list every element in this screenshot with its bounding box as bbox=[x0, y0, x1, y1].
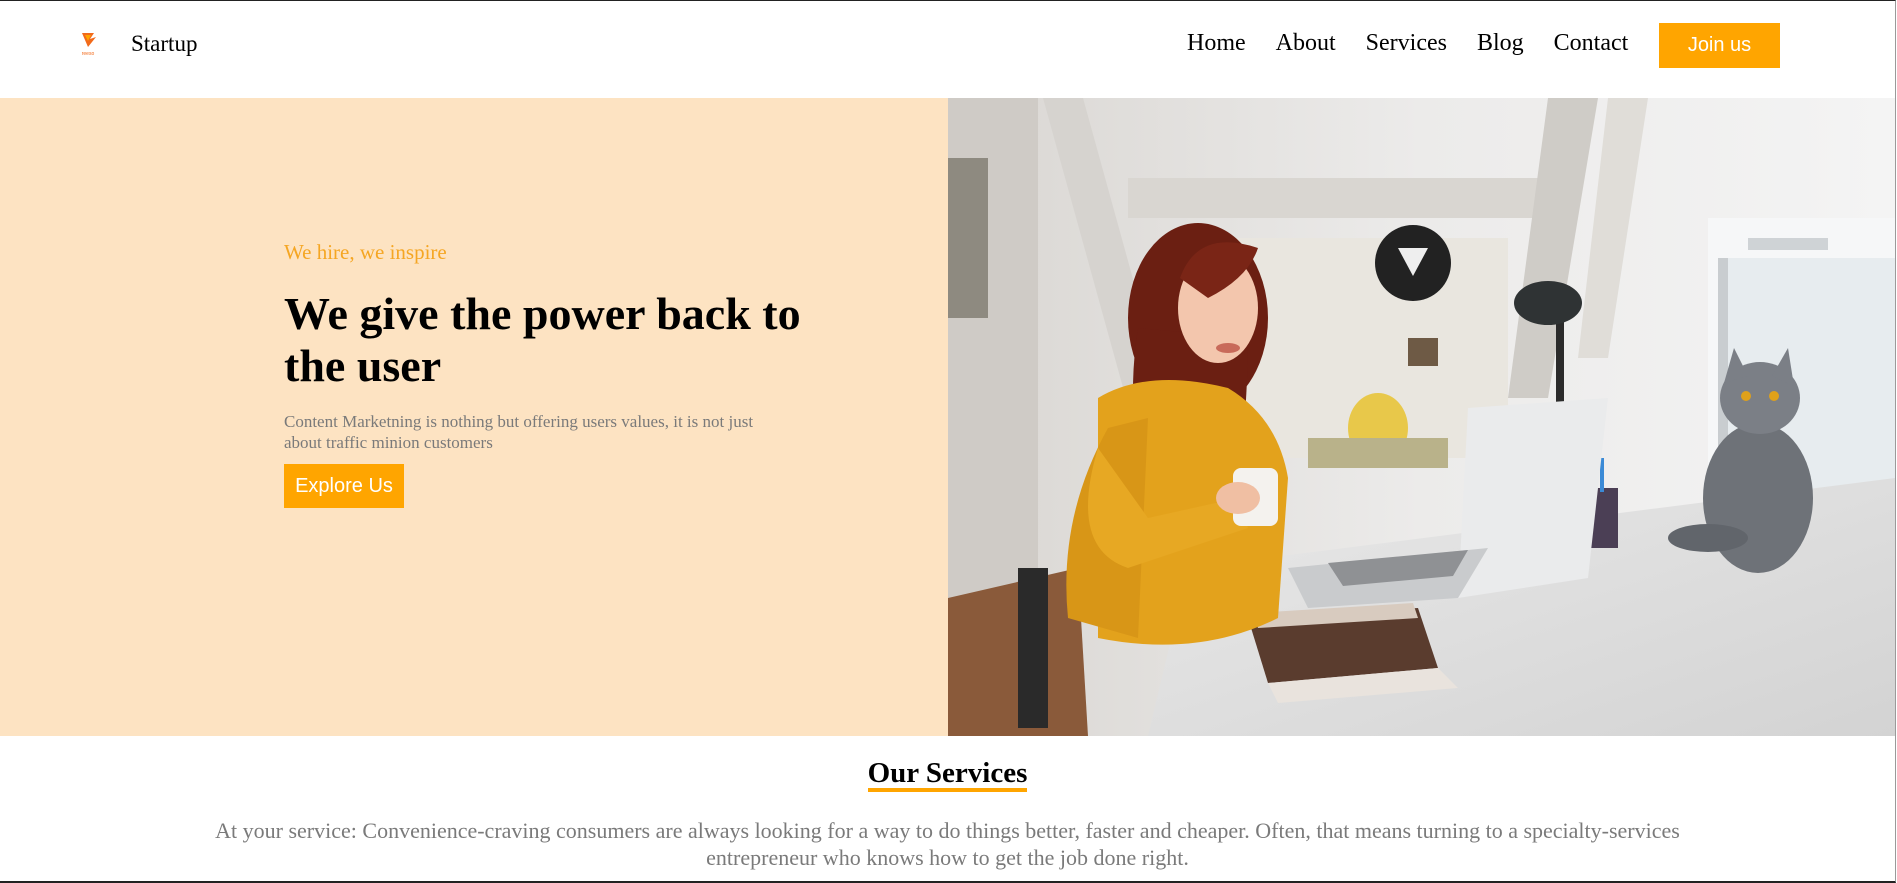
hero-headline: We give the power back to the user bbox=[284, 288, 801, 391]
explore-us-button[interactable]: Explore Us bbox=[284, 464, 404, 508]
services-description: At your service: Convenience-craving con… bbox=[215, 818, 1680, 870]
logo-text: reeso bbox=[82, 51, 95, 57]
nav-links: Home About Services Blog Contact bbox=[1187, 30, 1658, 57]
nav-link-contact[interactable]: Contact bbox=[1554, 30, 1629, 57]
services-title: Our Services bbox=[867, 758, 1028, 792]
nav-link-about[interactable]: About bbox=[1276, 30, 1336, 57]
nav-link-blog[interactable]: Blog bbox=[1477, 30, 1524, 57]
hero-tagline: We hire, we inspire bbox=[284, 240, 447, 264]
nav-link-home[interactable]: Home bbox=[1187, 30, 1246, 57]
hero-photo bbox=[948, 98, 1895, 736]
services-section: Our Services bbox=[0, 758, 1895, 792]
nav-link-services[interactable]: Services bbox=[1366, 30, 1447, 57]
hero-description: Content Marketning is nothing but offeri… bbox=[284, 412, 754, 452]
navbar: reeso Startup Home About Services Blog C… bbox=[0, 0, 1897, 98]
fox-logo-icon[interactable]: reeso bbox=[76, 31, 100, 57]
join-us-button[interactable]: Join us bbox=[1659, 23, 1780, 68]
brand-name[interactable]: Startup bbox=[131, 31, 197, 57]
